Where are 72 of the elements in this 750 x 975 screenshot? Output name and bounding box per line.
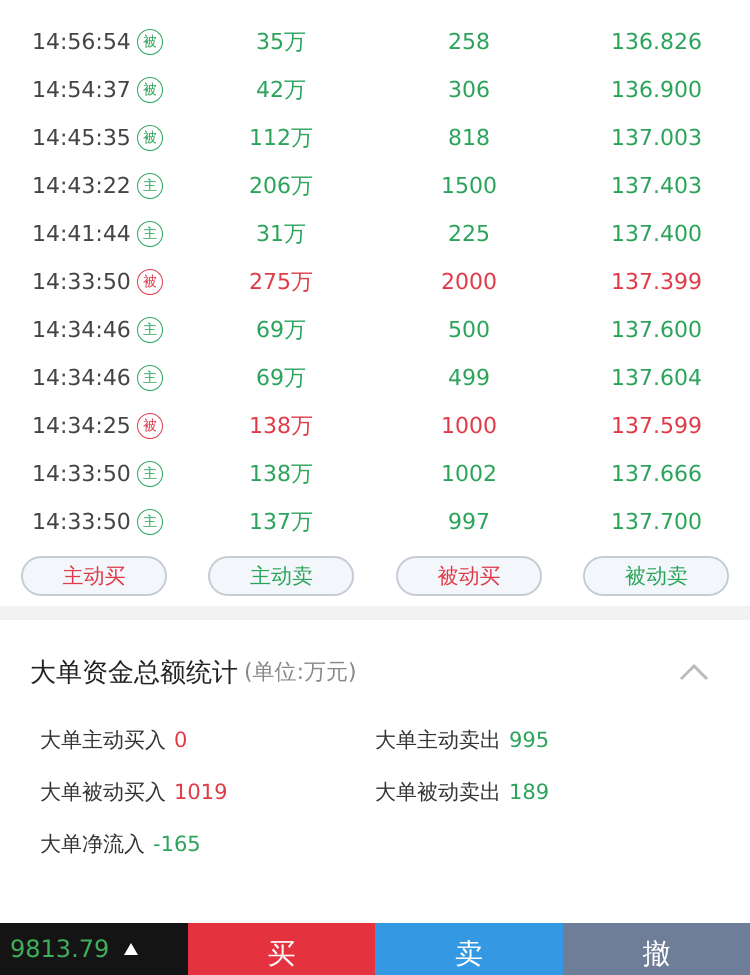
up-triangle-icon: [123, 942, 140, 956]
filter-button[interactable]: 被动卖: [583, 556, 730, 596]
trade-amount: 112万: [249, 125, 313, 153]
trade-price: 137.003: [611, 126, 702, 150]
trade-price: 137.599: [611, 414, 702, 438]
section-title: 大单资金总额统计: [30, 656, 238, 690]
index-price: 9813.79: [10, 935, 110, 963]
stat-text: 大单主动卖出 995: [375, 727, 550, 754]
filter-button[interactable]: 被动买: [396, 556, 542, 596]
trade-volume: 997: [448, 510, 490, 534]
filter-button[interactable]: 主动买: [20, 556, 167, 596]
trade-time: 14:34:46: [32, 318, 131, 342]
trade-volume: 306: [448, 78, 490, 102]
trade-type-badge: 主: [136, 509, 163, 535]
stat-text: 大单主动买入 0: [40, 727, 188, 754]
trade-action-button[interactable]: 卖: [375, 923, 563, 975]
trade-type-badge: 主: [136, 461, 163, 487]
trade-type-badge: 被: [136, 77, 163, 103]
trade-amount: 206万: [249, 173, 313, 201]
trade-time: 14:34:25: [32, 414, 131, 438]
trade-volume: 818: [448, 126, 490, 150]
trade-type-badge: 被: [136, 29, 163, 55]
trade-volume: 1000: [441, 414, 497, 438]
trade-time: 14:54:37: [32, 78, 131, 102]
filter-button[interactable]: 主动卖: [208, 556, 354, 596]
trade-price: 136.900: [611, 78, 702, 102]
trade-volume: 225: [448, 222, 490, 246]
trade-amount: 69万: [256, 365, 306, 393]
trade-amount: 35万: [256, 29, 306, 57]
trade-price: 137.700: [611, 510, 702, 534]
trade-amount: 138万: [249, 461, 313, 489]
trade-time: 14:33:50: [32, 510, 131, 534]
trade-time: 14:45:35: [32, 126, 131, 150]
trade-volume: 2000: [441, 270, 497, 294]
trade-type-badge: 主: [136, 173, 163, 199]
trade-time: 14:34:46: [32, 366, 131, 390]
stat-text: 大单被动卖出 189: [375, 779, 550, 806]
trade-amount: 137万: [249, 509, 313, 537]
chevron-up-icon[interactable]: [678, 662, 710, 682]
trade-type-badge: 主: [136, 317, 163, 343]
trade-type-badge: 主: [136, 365, 163, 391]
trade-action-button[interactable]: 撤: [563, 923, 750, 975]
stat-text: 大单被动买入 1019: [40, 779, 228, 806]
stat-text: 大单净流入 -165: [40, 831, 202, 858]
trade-volume: 499: [448, 366, 490, 390]
trade-price: 137.600: [611, 318, 702, 342]
trade-type-badge: 被: [136, 125, 163, 151]
trade-price: 137.666: [611, 462, 702, 486]
unit-label: (单位:万元): [244, 659, 357, 687]
trade-type-badge: 被: [136, 413, 163, 439]
trade-amount: 275万: [249, 269, 313, 297]
trade-volume: 500: [448, 318, 490, 342]
trade-time: 14:41:44: [32, 222, 131, 246]
trade-time: 14:33:50: [32, 270, 131, 294]
trade-type-badge: 被: [136, 269, 163, 295]
trade-price: 137.400: [611, 222, 702, 246]
trade-volume: 1002: [441, 462, 497, 486]
trade-amount: 31万: [256, 221, 306, 249]
trade-volume: 258: [448, 30, 490, 54]
trade-amount: 138万: [249, 413, 313, 441]
trade-action-button[interactable]: 买: [188, 923, 375, 975]
trade-type-badge: 主: [136, 221, 163, 247]
trade-time: 14:56:54: [32, 30, 131, 54]
trade-price: 136.826: [611, 30, 702, 54]
trade-price: 137.403: [611, 174, 702, 198]
trade-volume: 1500: [441, 174, 497, 198]
trade-amount: 69万: [256, 317, 306, 345]
trade-time: 14:33:50: [32, 462, 131, 486]
trade-amount: 42万: [256, 77, 306, 105]
trade-price: 137.399: [611, 270, 702, 294]
trade-price: 137.604: [611, 366, 702, 390]
trade-time: 14:43:22: [32, 174, 131, 198]
